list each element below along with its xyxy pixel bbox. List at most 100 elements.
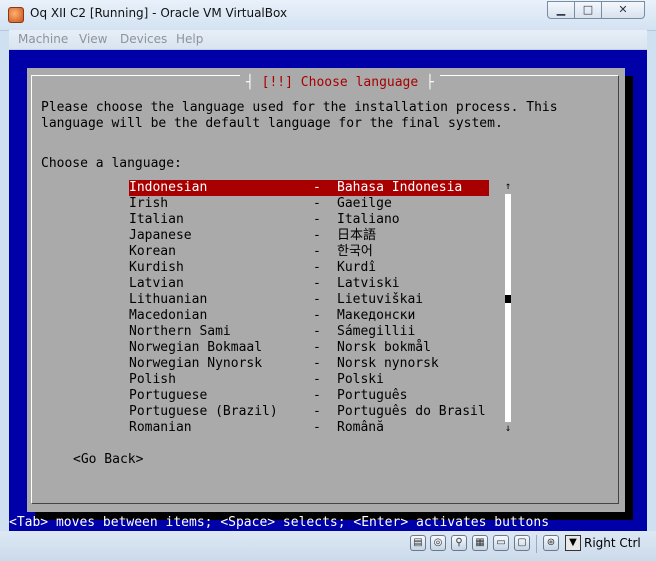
language-name: Irish [129, 196, 169, 211]
menu-machine[interactable]: Machine [18, 32, 68, 46]
language-name: Kurdish [129, 260, 184, 275]
language-native-name: Română [337, 420, 384, 435]
virtualbox-app-icon [8, 7, 24, 23]
language-native-name: Sámegillii [337, 324, 416, 339]
language-native-name: Polski [337, 372, 384, 387]
language-separator: - [313, 196, 321, 211]
language-item[interactable]: Italian - Italiano [129, 212, 489, 228]
language-native-name: Português do Brasil [337, 404, 486, 419]
language-name: Lithuanian [129, 292, 208, 307]
language-item[interactable]: Lithuanian - Lietuviškai [129, 292, 489, 308]
intro-line-1: Please choose the language used for the … [41, 100, 558, 115]
scroll-up-arrow-icon[interactable]: ↑ [504, 180, 512, 194]
language-item[interactable]: Romanian - Română [129, 420, 489, 436]
language-item[interactable]: Kurdish - Kurdî [129, 260, 489, 276]
language-separator: - [313, 228, 321, 243]
language-item[interactable]: Macedonian - Македонски [129, 308, 489, 324]
language-item[interactable]: Japanese - 日本語 [129, 228, 489, 244]
language-native-name: Lietuviškai [337, 292, 424, 307]
language-name: Latvian [129, 276, 184, 291]
language-name: Norwegian Nynorsk [129, 356, 263, 371]
scroll-down-arrow-icon[interactable]: ↓ [504, 422, 512, 436]
language-separator: - [313, 276, 321, 291]
language-separator: - [313, 292, 321, 307]
hard-disk-icon[interactable]: ▤ [410, 535, 426, 551]
usb-icon[interactable]: ⚲ [451, 535, 467, 551]
language-item[interactable]: Irish - Gaeilge [129, 196, 489, 212]
language-separator: - [313, 404, 321, 419]
language-separator: - [313, 324, 321, 339]
scrollbar-thumb[interactable] [505, 295, 511, 303]
language-separator: - [313, 340, 321, 355]
language-item[interactable]: Korean - 한국어 [129, 244, 489, 260]
vm-screen[interactable]: ┤ [!!] Choose language ├ Please choose t… [9, 50, 647, 531]
language-native-name: Português [337, 388, 408, 403]
language-separator: - [313, 244, 321, 259]
language-item[interactable]: Norwegian Bokmaal - Norsk bokmål [129, 340, 489, 356]
language-separator: - [313, 180, 321, 195]
language-native-name: Italiano [337, 212, 400, 227]
go-back-button[interactable]: <Go Back> [73, 452, 143, 468]
mouse-integration-icon[interactable]: ⊛ [543, 535, 559, 551]
language-native-name: Gaeilge [337, 196, 392, 211]
language-item[interactable]: Portuguese - Português [129, 388, 489, 404]
language-native-name: Norsk nynorsk [337, 356, 439, 371]
shared-folder-icon[interactable]: ▭ [493, 535, 509, 551]
menu-devices[interactable]: Devices [120, 32, 167, 46]
language-native-name: Latviski [337, 276, 400, 291]
window-title: Oq XII C2 [Running] - Oracle VM VirtualB… [30, 6, 288, 20]
language-separator: - [313, 388, 321, 403]
optical-disk-icon[interactable]: ◎ [430, 535, 446, 551]
language-name: Polish [129, 372, 176, 387]
menubar: Machine View Devices Help [9, 30, 647, 50]
statusbar-separator [536, 535, 537, 553]
menu-view[interactable]: View [79, 32, 107, 46]
language-native-name: 日本語 [337, 228, 377, 243]
minimize-button[interactable]: ▁ [547, 1, 575, 19]
language-separator: - [313, 356, 321, 371]
language-name: Italian [129, 212, 184, 227]
language-native-name: Kurdî [337, 260, 377, 275]
statusbar: ▤ ◎ ⚲ ▦ ▭ ▢ ⊛ ▼ Right Ctrl [0, 531, 656, 561]
choose-language-dialog: ┤ [!!] Choose language ├ Please choose t… [27, 68, 625, 512]
language-name: Macedonian [129, 308, 208, 323]
language-name: Northern Sami [129, 324, 231, 339]
language-item[interactable]: Portuguese (Brazil) - Português do Brasil [129, 404, 489, 420]
host-key-label: Right Ctrl [584, 536, 641, 550]
language-prompt: Choose a language: [41, 156, 182, 171]
language-native-name: Bahasa Indonesia [337, 180, 463, 195]
close-button[interactable]: ✕ [601, 1, 645, 19]
language-item[interactable]: Northern Sami - Sámegillii [129, 324, 489, 340]
language-native-name: Norsk bokmål [337, 340, 431, 355]
window-titlebar[interactable]: Oq XII C2 [Running] - Oracle VM VirtualB… [0, 0, 656, 31]
scrollbar-track[interactable] [505, 194, 511, 422]
language-scrollbar[interactable]: ↑ ↓ [504, 180, 512, 436]
language-separator: - [313, 260, 321, 275]
language-item[interactable]: Norwegian Nynorsk - Norsk nynorsk [129, 356, 489, 372]
dialog-title: ┤ [!!] Choose language ├ [240, 75, 440, 91]
language-native-name: Македонски [337, 308, 416, 323]
language-name: Norwegian Bokmaal [129, 340, 263, 355]
menu-help[interactable]: Help [176, 32, 203, 46]
dialog-title-flag: [!!] [261, 75, 293, 90]
language-name: Portuguese [129, 388, 208, 403]
language-name: Japanese [129, 228, 192, 243]
language-name: Portuguese (Brazil) [129, 404, 278, 419]
language-name: Korean [129, 244, 176, 259]
language-separator: - [313, 420, 321, 435]
language-native-name: 한국어 [337, 244, 373, 259]
language-name: Indonesian [129, 180, 208, 195]
intro-text: Please choose the language used for the … [41, 100, 558, 132]
language-separator: - [313, 308, 321, 323]
maximize-button[interactable]: □ [574, 1, 602, 19]
help-line: <Tab> moves between items; <Space> selec… [9, 515, 550, 530]
language-item[interactable]: Indonesian - Bahasa Indonesia [129, 180, 489, 196]
host-key-icon: ▼ [565, 535, 581, 551]
display-icon[interactable]: ▢ [514, 535, 530, 551]
network-icon[interactable]: ▦ [472, 535, 488, 551]
dialog-title-text: Choose language [300, 75, 419, 90]
language-item[interactable]: Latvian - Latviski [129, 276, 489, 292]
language-name: Romanian [129, 420, 192, 435]
language-item[interactable]: Polish - Polski [129, 372, 489, 388]
intro-line-2: language will be the default language fo… [41, 116, 503, 131]
